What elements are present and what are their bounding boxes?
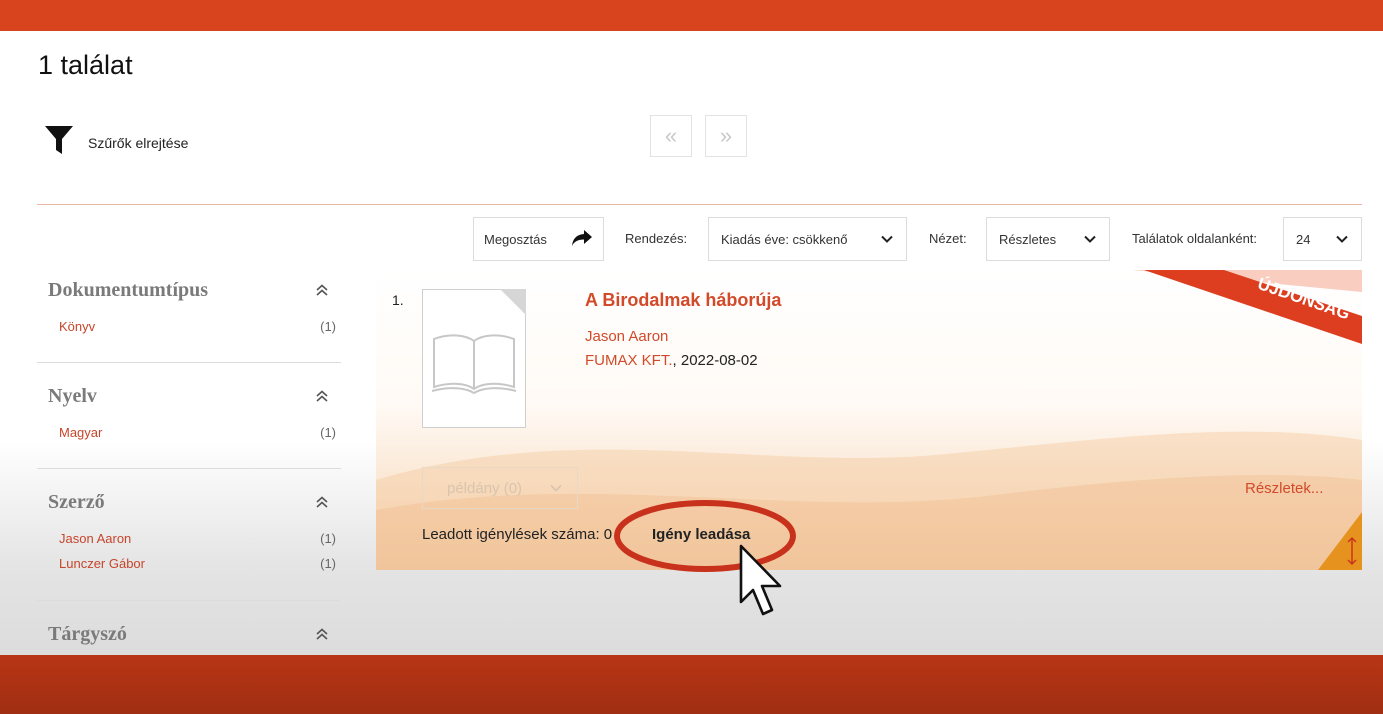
sort-label: Rendezés: <box>625 231 688 246</box>
collapse-icon[interactable] <box>315 389 329 406</box>
details-link[interactable]: Részletek... <box>1245 480 1323 497</box>
share-arrow-icon <box>571 229 593 250</box>
result-card: 1. A Birodalmak háborúja Jason Aaron FUM… <box>376 270 1362 570</box>
view-label: Nézet: <box>929 231 967 246</box>
result-publisher: FUMAX KFT., 2022-08-02 <box>585 352 758 369</box>
collapse-icon[interactable] <box>315 495 329 512</box>
result-title-link[interactable]: A Birodalmak háborúja <box>585 290 781 311</box>
sort-value: Kiadás éve: csökkenő <box>721 231 848 247</box>
hide-filters-label: Szűrők elrejtése <box>88 134 189 151</box>
divider <box>37 204 1362 205</box>
share-button[interactable]: Megosztás <box>473 217 604 261</box>
chevron-down-icon <box>1084 235 1096 243</box>
publisher-link[interactable]: FUMAX KFT. <box>585 352 673 369</box>
next-page-button[interactable]: » <box>705 115 747 157</box>
top-brand-bar <box>0 0 1383 31</box>
facet-item[interactable]: Könyv (1) <box>59 319 336 334</box>
mouse-cursor-icon <box>739 544 782 616</box>
facet-title: Tárgyszó <box>48 623 127 645</box>
request-count: Leadott igénylések száma: 0 <box>422 526 613 543</box>
share-label: Megosztás <box>484 231 547 247</box>
hide-filters-button[interactable]: Szűrők elrejtése <box>44 124 188 161</box>
facet-divider <box>37 362 341 363</box>
facet-divider <box>37 468 341 469</box>
view-value: Részletes <box>999 231 1057 247</box>
bottom-brand-bar <box>0 655 1383 714</box>
facet-item[interactable]: Magyar (1) <box>59 425 336 440</box>
per-page-value: 24 <box>1296 231 1311 247</box>
collapse-icon[interactable] <box>315 283 329 300</box>
result-number: 1. <box>392 292 404 308</box>
sort-select[interactable]: Kiadás éve: csökkenő <box>708 217 907 261</box>
collapse-icon[interactable] <box>315 627 329 644</box>
view-select[interactable]: Részletes <box>986 217 1110 261</box>
chevron-down-icon <box>1336 235 1348 243</box>
chevron-down-icon <box>881 235 893 243</box>
facet-item[interactable]: Jason Aaron (1) <box>59 531 336 546</box>
per-page-label: Találatok oldalanként: <box>1132 231 1258 246</box>
book-cover-placeholder[interactable] <box>422 289 526 428</box>
chevron-down-icon <box>550 484 562 492</box>
facet-title: Dokumentumtípus <box>48 279 209 301</box>
result-author-link[interactable]: Jason Aaron <box>585 328 668 345</box>
corner-expand-icon[interactable] <box>1318 512 1362 570</box>
per-page-select[interactable]: 24 <box>1283 217 1362 261</box>
copies-label: példány (0) <box>447 479 523 497</box>
facet-title: Szerző <box>48 491 105 513</box>
result-count: 1 találat <box>38 50 133 80</box>
facet-item[interactable]: Lunczer Gábor (1) <box>59 556 336 571</box>
publish-date: , 2022-08-02 <box>672 352 758 369</box>
filter-icon <box>44 124 74 161</box>
copies-dropdown[interactable]: példány (0) <box>422 467 578 509</box>
facet-title: Nyelv <box>48 385 97 407</box>
facet-divider <box>37 600 341 601</box>
previous-page-button[interactable]: « <box>650 115 692 157</box>
open-book-icon <box>431 289 526 395</box>
new-ribbon: ÚJDONSÁG <box>1132 270 1362 344</box>
